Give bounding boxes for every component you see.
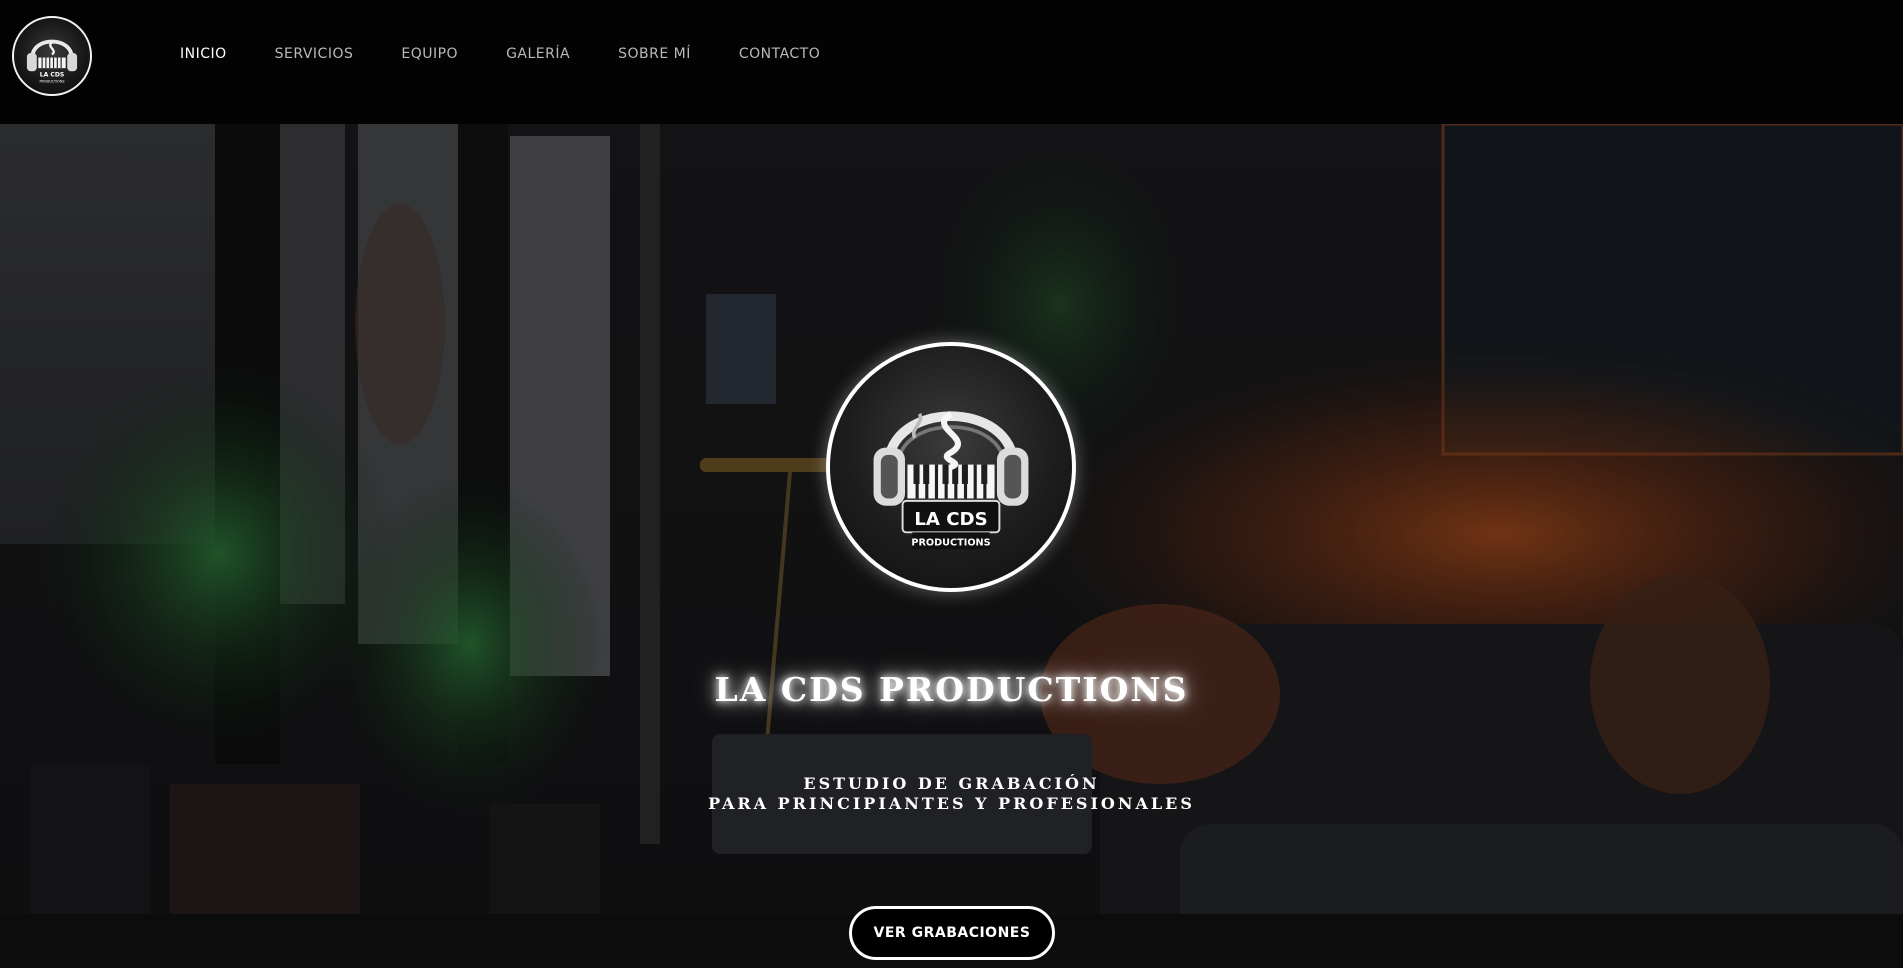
nav-item-servicios[interactable]: SERVICIOS <box>275 46 354 62</box>
headphones-piano-icon: LA CDS PRODUCTIONS <box>873 411 1029 550</box>
nav-item-galeria[interactable]: GALERÍA <box>506 46 570 62</box>
header-logo-subtext: PRODUCTIONS <box>39 80 64 84</box>
hero-logo-text: LA CDS <box>914 509 987 530</box>
ver-grabaciones-button[interactable]: VER GRABACIONES <box>849 906 1055 960</box>
header-logo[interactable]: LA CDS PRODUCTIONS <box>12 16 92 96</box>
hero-subtitle-line-2: PARA PRINCIPIANTES Y PROFESIONALES <box>708 794 1195 813</box>
nav-item-sobre-mi[interactable]: SOBRE MÍ <box>618 46 691 62</box>
header-logo-text: LA CDS <box>40 72 65 79</box>
nav-item-contacto[interactable]: CONTACTO <box>739 46 820 62</box>
hero-subtitle-line-1: ESTUDIO DE GRABACIÓN <box>803 774 1100 793</box>
headphones-piano-icon: LA CDS PRODUCTIONS <box>26 39 78 84</box>
nav-item-inicio[interactable]: INICIO <box>180 46 227 62</box>
site-header: LA CDS PRODUCTIONS INICIO SERVICIOS EQUI… <box>0 0 1903 124</box>
hero-logo: LA CDS PRODUCTIONS <box>826 342 1076 592</box>
hero-section: LA CDS PRODUCTIONS LA CDS PRODUCTIONS ES… <box>0 124 1903 968</box>
hero-logo-subtext: PRODUCTIONS <box>911 538 990 549</box>
nav-item-equipo[interactable]: EQUIPO <box>401 46 458 62</box>
main-nav: INICIO SERVICIOS EQUIPO GALERÍA SOBRE MÍ… <box>180 46 868 62</box>
hero-title: LA CDS PRODUCTIONS <box>714 670 1189 709</box>
hero-subtitle: ESTUDIO DE GRABACIÓN PARA PRINCIPIANTES … <box>0 774 1903 814</box>
